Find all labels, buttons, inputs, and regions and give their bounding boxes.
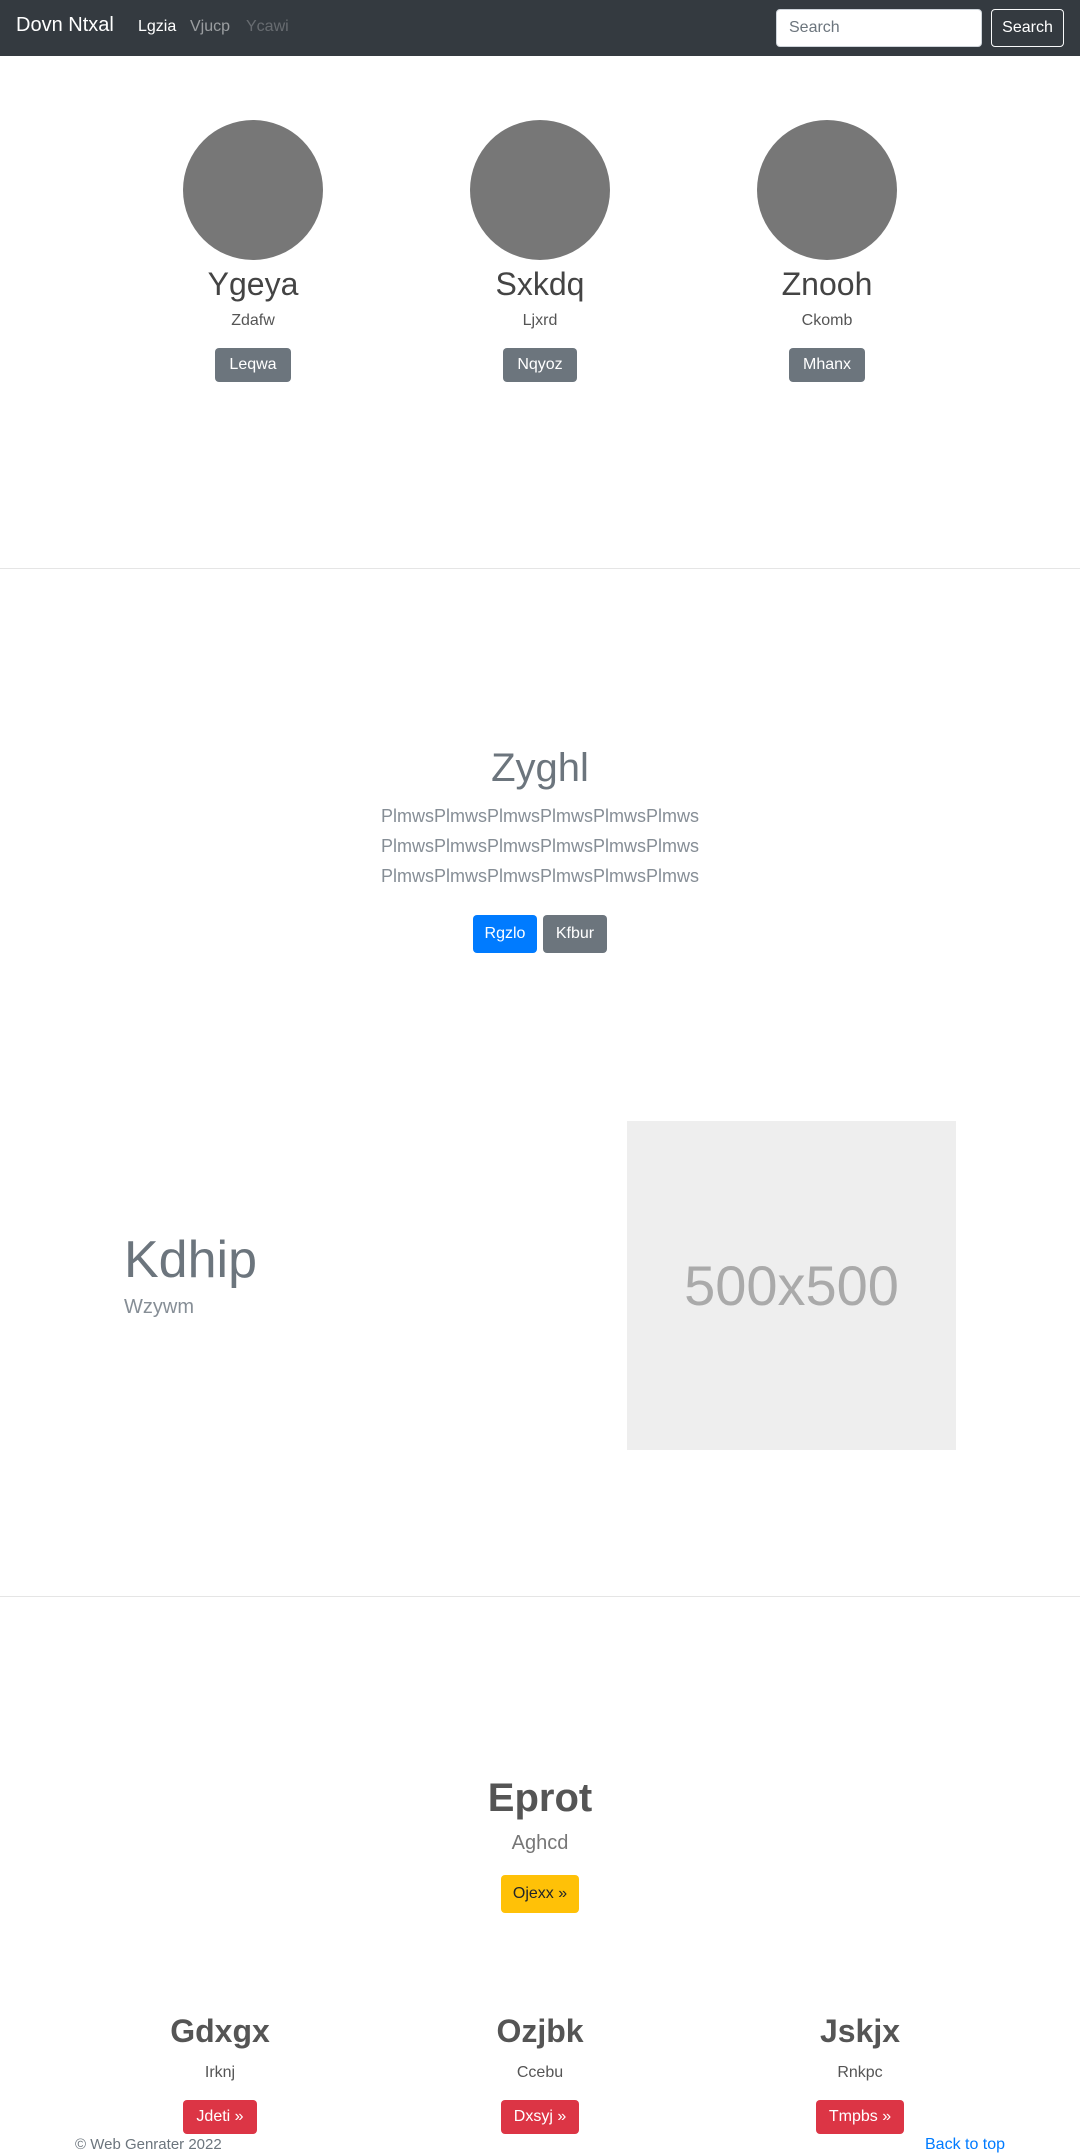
footer-copyright: © Web Genrater 2022 — [75, 2136, 222, 2153]
brand-logo[interactable]: Dovn Ntxal — [16, 14, 114, 37]
feature-image-placeholder: 500x500 — [627, 1121, 956, 1450]
jumbotron-subtitle: Aghcd — [511, 1832, 569, 1854]
avatar — [757, 120, 897, 260]
profile-button[interactable]: Mhanx — [788, 348, 866, 382]
profile-button[interactable]: Nqyoz — [503, 348, 577, 382]
section-divider — [0, 1596, 1080, 1597]
column-subtitle: Irknj — [204, 2064, 236, 2081]
search-button[interactable]: Search — [991, 9, 1064, 47]
back-to-top-link[interactable]: Back to top — [925, 2136, 1005, 2154]
column-card: Ozjbk Ccebu Dxsyj » — [390, 2012, 690, 2134]
column-card: Gdxgx Irknj Jdeti » — [70, 2012, 370, 2134]
profile-button[interactable]: Leqwa — [215, 348, 291, 382]
profile-card: Ygeya Zdafw Leqwa — [103, 120, 403, 382]
feature-heading: Kdhip — [124, 1231, 257, 1289]
placeholder-label: 500x500 — [684, 1254, 899, 1317]
profile-subtitle: Ckomb — [801, 312, 853, 329]
column-title: Jskjx — [819, 2013, 901, 2049]
navbar: Dovn Ntxal Lgzia Vjucp Ycawi Search — [0, 0, 1080, 56]
column-button[interactable]: Dxsyj » — [500, 2100, 580, 2134]
column-title: Gdxgx — [170, 2013, 270, 2049]
nav-link-ycawi[interactable]: Ycawi — [246, 18, 289, 36]
jumbotron-button[interactable]: Ojexx » — [501, 1875, 579, 1913]
hero-text-line: PlmwsPlmwsPlmwsPlmwsPlmwsPlmws — [381, 806, 699, 826]
feature-subheading: Wzywm — [124, 1296, 194, 1318]
column-button[interactable]: Tmpbs » — [815, 2100, 905, 2134]
jumbotron-title: Eprot — [487, 1776, 593, 1820]
hero-primary-button[interactable]: Rgzlo — [473, 915, 537, 953]
search-input[interactable] — [776, 9, 982, 47]
column-subtitle: Rnkpc — [837, 2064, 883, 2081]
profile-name: Ygeya — [207, 266, 299, 302]
profile-subtitle: Zdafw — [231, 312, 275, 329]
column-subtitle: Ccebu — [516, 2064, 564, 2081]
column-button[interactable]: Jdeti » — [183, 2100, 257, 2134]
hero-secondary-button[interactable]: Kfbur — [543, 915, 607, 953]
profile-name: Znooh — [781, 266, 873, 302]
hero-text-line: PlmwsPlmwsPlmwsPlmwsPlmwsPlmws — [381, 866, 699, 886]
avatar — [183, 120, 323, 260]
hero-title: Zyghl — [491, 746, 589, 790]
nav-link-vjucp[interactable]: Vjucp — [190, 18, 230, 36]
avatar — [470, 120, 610, 260]
nav-link-lgzia[interactable]: Lgzia — [138, 18, 176, 36]
profile-subtitle: Ljxrd — [522, 312, 558, 329]
profile-name: Sxkdq — [495, 266, 585, 302]
profile-card: Znooh Ckomb Mhanx — [677, 120, 977, 382]
hero-text-line: PlmwsPlmwsPlmwsPlmwsPlmwsPlmws — [381, 836, 699, 856]
column-card: Jskjx Rnkpc Tmpbs » — [710, 2012, 1010, 2134]
profile-card: Sxkdq Ljxrd Nqyoz — [390, 120, 690, 382]
column-title: Ozjbk — [496, 2013, 584, 2049]
section-divider — [0, 568, 1080, 569]
